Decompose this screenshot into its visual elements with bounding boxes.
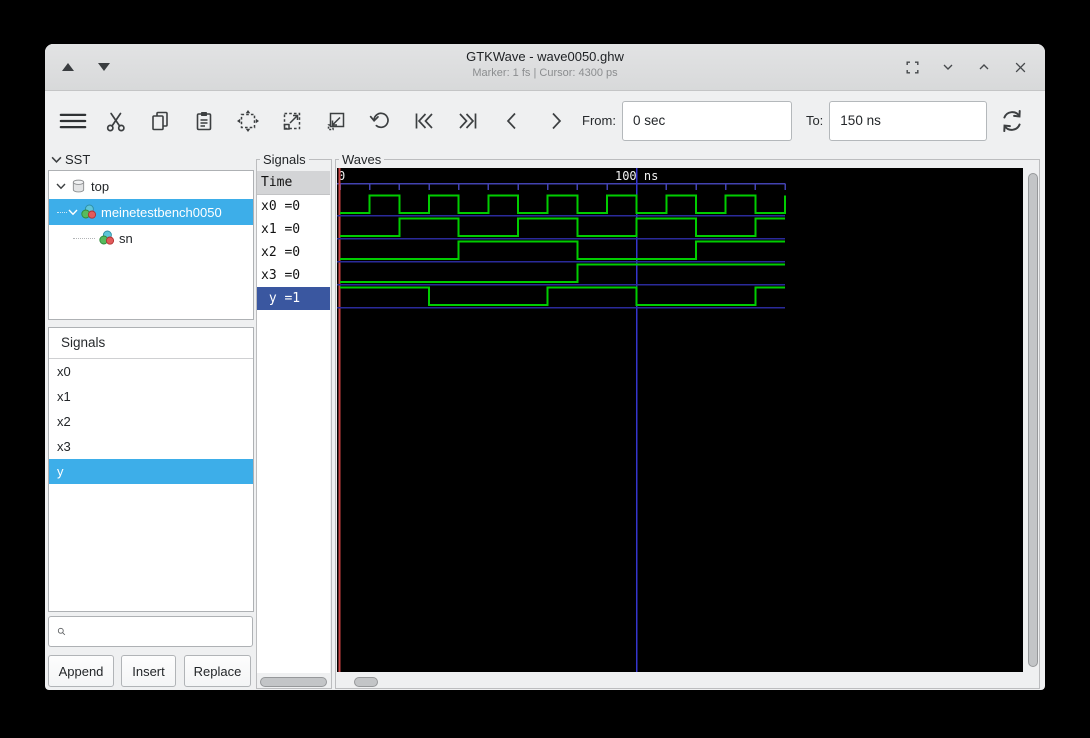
reload-button[interactable] [997,108,1027,134]
hamburger-menu-icon [59,113,87,128]
chevron-right-icon [552,112,562,129]
close-icon [1015,62,1025,72]
minimize-button[interactable] [937,56,959,78]
from-input[interactable] [621,100,792,141]
shift-to-start-button[interactable] [412,108,436,134]
reload-icon [1003,109,1021,132]
replace-button[interactable]: Replace [184,655,251,687]
chevron-left-icon [506,112,516,129]
close-button[interactable] [1009,56,1031,78]
wave-signal-row-x1[interactable]: x1 =0 [257,218,330,241]
sst-expander[interactable]: SST [51,152,90,167]
shade-down-button[interactable] [93,57,115,77]
sst-tree: top meinetestbench0050 sn [48,170,254,320]
search-input[interactable] [72,623,252,640]
to-label: To: [805,113,824,128]
fullscreen-button[interactable] [901,56,923,78]
wave-signal-row-x0[interactable]: x0 =0 [257,195,330,218]
signals-frame-label: Signals [260,152,309,167]
window-title: GTKWave - wave0050.ghw [466,49,624,64]
tree-row-top[interactable]: top [49,173,253,199]
from-label: From: [582,113,616,128]
tree-item-label: top [91,178,110,194]
signal-list-item-y[interactable]: y [49,459,253,484]
titlebar[interactable]: GTKWave - wave0050.ghw Marker: 1 fs | Cu… [45,44,1045,91]
tree-item-label: meinetestbench0050 [101,204,222,220]
window-status: Marker: 1 fs | Cursor: 4300 ps [472,67,618,79]
module-icon [81,204,97,220]
hierarchy-root-icon [71,178,87,194]
zoom-fit-icon [237,109,259,132]
wave-name-column[interactable]: Time x0 =0 x1 =0 x2 =0 x3 =0 y =1 [257,171,330,673]
main-content: SST top meinetestbench0050 sn Signals x0… [45,150,1045,690]
signal-list-item-x0[interactable]: x0 [49,359,253,384]
signal-search-list: Signals x0 x1 x2 x3 y [48,327,254,612]
expander-chevron-icon [51,156,62,164]
waves-vertical-scrollbar[interactable] [1026,171,1040,669]
zoom-out-icon [327,112,345,130]
zoom-in-icon [283,112,301,130]
tree-row-sn[interactable]: sn [49,225,253,251]
tree-indent-line [73,237,95,239]
copy-icon [152,111,168,130]
paste-clipboard-icon [196,111,212,130]
triangle-down-icon [98,63,110,71]
tree-row-meinetestbench0050[interactable]: meinetestbench0050 [49,199,253,225]
wave-signal-row-y[interactable]: y =1 [257,287,330,310]
scrollbar-thumb[interactable] [1028,173,1038,667]
zoom-in-button[interactable] [280,108,304,134]
append-button[interactable]: Append [48,655,114,687]
paste-button[interactable] [192,108,216,134]
scrollbar-thumb[interactable] [260,677,327,687]
tree-indent-line [57,211,67,213]
waves-frame-label: Waves [339,152,385,167]
insert-button[interactable]: Insert [121,655,176,687]
toolbar: From: To: [45,91,1045,150]
signal-list-item-x3[interactable]: x3 [49,434,253,459]
signal-list-item-x2[interactable]: x2 [49,409,253,434]
to-input[interactable] [829,100,988,141]
triangle-up-icon [62,63,74,71]
cut-button[interactable] [104,108,128,134]
wave-signal-row-x3[interactable]: x3 =0 [257,264,330,287]
expander-chevron-icon[interactable] [67,206,79,218]
signal-search-box[interactable] [48,616,253,647]
chevron-down-icon [943,64,953,70]
menu-button[interactable] [57,108,89,134]
scrollbar-thumb[interactable] [354,677,378,687]
module-icon [99,230,115,246]
wave-canvas[interactable]: 0 100 ns [337,168,1023,672]
shift-to-end-button[interactable] [456,108,480,134]
gtkwave-window: GTKWave - wave0050.ghw Marker: 1 fs | Cu… [45,44,1045,690]
tree-item-label: sn [119,230,133,246]
undo-button[interactable] [368,108,392,134]
copy-button[interactable] [148,108,172,134]
fullscreen-icon [905,60,919,74]
time-column-header[interactable]: Time [257,171,330,195]
sst-label: SST [65,152,91,167]
zoom-fit-button[interactable] [236,108,260,134]
expander-chevron-icon[interactable] [55,180,67,192]
waves-horizontal-scrollbar[interactable] [341,675,1035,689]
chevron-up-icon [979,64,989,70]
skip-to-end-icon [459,112,477,129]
shift-left-button[interactable] [500,108,524,134]
signal-list-item-x1[interactable]: x1 [49,384,253,409]
skip-to-start-icon [415,112,433,129]
undo-arrow-icon [369,111,389,128]
search-icon [57,627,66,636]
wave-signal-row-x2[interactable]: x2 =0 [257,241,330,264]
signals-horizontal-scrollbar[interactable] [257,675,330,689]
zoom-out-button[interactable] [324,108,348,134]
shift-right-button[interactable] [544,108,568,134]
signal-list-header: Signals [61,335,106,350]
cut-scissors-icon [106,112,125,131]
shade-up-button[interactable] [57,57,79,77]
maximize-button[interactable] [973,56,995,78]
